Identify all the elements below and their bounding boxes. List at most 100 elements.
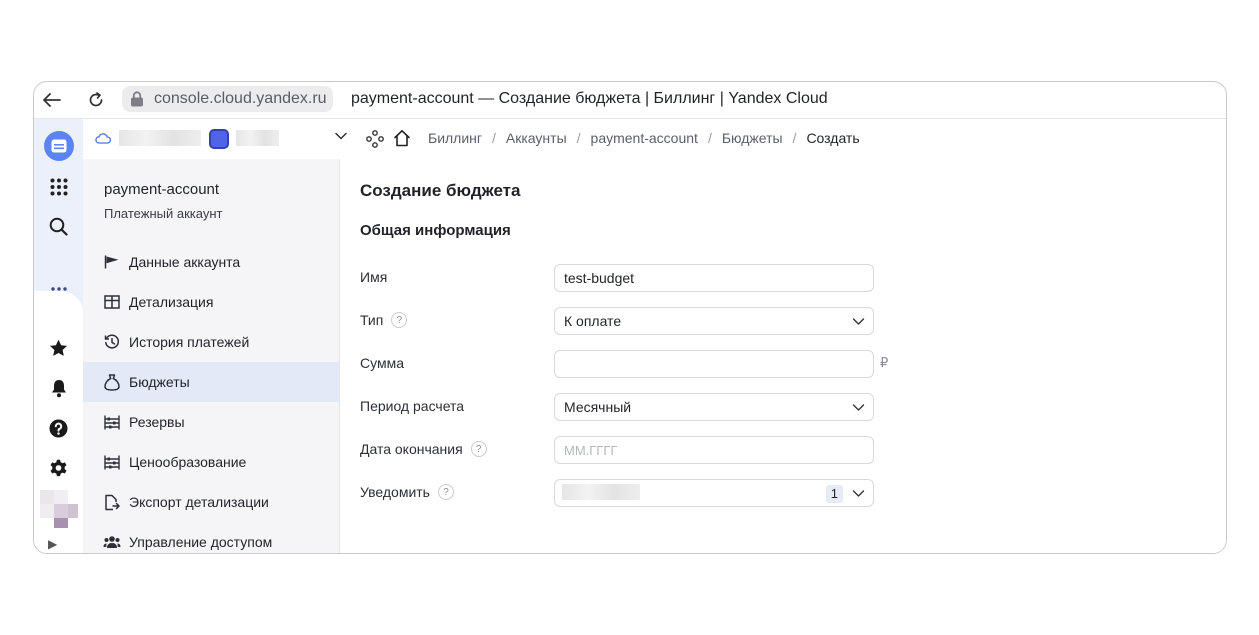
main-content: Создание бюджета Общая информация Имя te… [340,159,1226,553]
sidebar-item-access[interactable]: Управление доступом [83,522,339,553]
section-title: Общая информация [360,222,511,239]
sidebar-item-reserves[interactable]: Резервы [83,402,339,442]
notify-label: Уведомить ? [360,484,454,500]
console-logo-icon [43,131,74,161]
name-label-text: Имя [360,269,388,285]
sidebar-item-details[interactable]: Детализация [83,282,339,322]
breadcrumb-separator: / [492,130,496,146]
url-text: console.cloud.yandex.ru [154,90,327,107]
sidebar-item-pricing[interactable]: Ценообразование [83,442,339,482]
address-bar[interactable]: console.cloud.yandex.ru [122,86,333,112]
gear-icon [50,459,67,476]
currency-symbol: ₽ [880,355,889,370]
type-select[interactable]: К оплате [554,307,874,335]
sidebar-item-label: Детализация [129,294,214,310]
avatar[interactable] [40,490,78,530]
abacus-icon [103,413,121,431]
recipient-redacted [562,484,640,500]
reload-icon [89,92,103,107]
name-row: Имя test-budget [360,264,920,292]
search-button[interactable] [34,211,83,241]
help-icon[interactable]: ? [437,484,454,500]
name-label: Имя [360,269,387,285]
sidebar-item-label: Данные аккаунта [129,254,241,270]
type-label-text: Тип [360,312,384,328]
header-bar: Биллинг / Аккаунты / payment-account / Б… [83,119,1226,159]
end-date-label-text: Дата окончания [360,441,463,457]
notify-row: Уведомить ? 1 [360,479,920,507]
money-bag-icon [103,373,121,391]
resource-graph-icon[interactable] [366,130,384,148]
help-icon[interactable]: ? [391,312,408,328]
notify-count-badge: 1 [825,485,843,503]
page-title: Создание бюджета [360,181,521,200]
sidebar-menu: Данные аккаунта Детализация История плат… [83,242,339,553]
help-icon [49,419,68,437]
breadcrumb: Биллинг / Аккаунты / payment-account / Б… [428,130,860,146]
help-icon[interactable]: ? [470,441,487,457]
sum-label-text: Сумма [360,355,404,371]
arrow-left-icon [43,93,61,107]
folder-name-redacted[interactable] [236,130,279,146]
chevron-down-icon [852,318,865,325]
period-select[interactable]: Месячный [554,393,874,421]
breadcrumb-create: Создать [806,130,860,146]
back-button[interactable] [41,89,63,111]
users-icon [103,533,121,551]
home-icon[interactable] [393,129,411,147]
cloud-name-redacted[interactable] [119,130,201,146]
period-label-text: Период расчета [360,398,465,414]
abacus-icon [103,453,121,471]
sum-row: Сумма ₽ [360,350,920,378]
reload-button[interactable] [85,89,107,111]
sidebar-item-payment-history[interactable]: История платежей [83,322,339,362]
sidebar-item-label: Ценообразование [129,454,247,470]
more-button[interactable] [34,274,83,304]
help-button[interactable] [34,413,83,443]
sum-input[interactable] [554,350,874,378]
settings-button[interactable] [34,453,83,483]
sidebar-item-export[interactable]: Экспорт детализации [83,482,339,522]
breadcrumb-accounts[interactable]: Аккаунты [506,130,567,146]
breadcrumb-payment-account[interactable]: payment-account [591,130,698,146]
lock-icon [131,91,143,107]
sidebar-item-label: Резервы [129,414,185,430]
expand-rail-button[interactable]: ▶ [48,537,57,551]
name-input[interactable]: test-budget [554,264,874,292]
breadcrumb-budgets[interactable]: Бюджеты [722,130,783,146]
apps-button[interactable] [34,172,83,202]
file-export-icon [103,493,121,511]
type-label: Тип ? [360,312,408,328]
name-input-value: test-budget [564,270,635,286]
period-row: Период расчета Месячный [360,393,920,421]
sidebar: payment-account Платежный аккаунт Данные… [83,159,340,553]
chevron-down-icon [852,490,865,497]
sidebar-item-budgets[interactable]: Бюджеты [83,362,339,402]
sidebar-item-label: Экспорт детализации [129,494,269,510]
chevron-down-icon[interactable] [335,132,347,140]
type-row: Тип ? К оплате [360,307,920,335]
history-icon [103,333,121,351]
period-select-value: Месячный [564,399,632,415]
star-icon [50,339,67,356]
end-date-row: Дата окончания ? ММ.ГГГГ [360,436,920,464]
sidebar-item-label: История платежей [129,334,250,350]
console-logo-button[interactable] [34,131,83,161]
notify-label-text: Уведомить [360,484,430,500]
folder-icon[interactable] [209,129,229,149]
sidebar-item-account-data[interactable]: Данные аккаунта [83,242,339,282]
cloud-icon[interactable] [95,132,111,144]
breadcrumb-separator: / [792,130,797,146]
end-date-label: Дата окончания ? [360,441,487,457]
search-icon [49,217,68,236]
apps-grid-icon [50,178,67,196]
more-icon [50,287,67,291]
notifications-button[interactable] [34,373,83,403]
tab-title: payment-account — Создание бюджета | Бил… [351,90,828,107]
type-select-value: К оплате [564,313,622,329]
end-date-input[interactable]: ММ.ГГГГ [554,436,874,464]
notify-select[interactable]: 1 [554,479,874,507]
favorites-button[interactable] [34,333,83,363]
breadcrumb-billing[interactable]: Биллинг [428,130,482,146]
end-date-placeholder: ММ.ГГГГ [564,442,618,458]
